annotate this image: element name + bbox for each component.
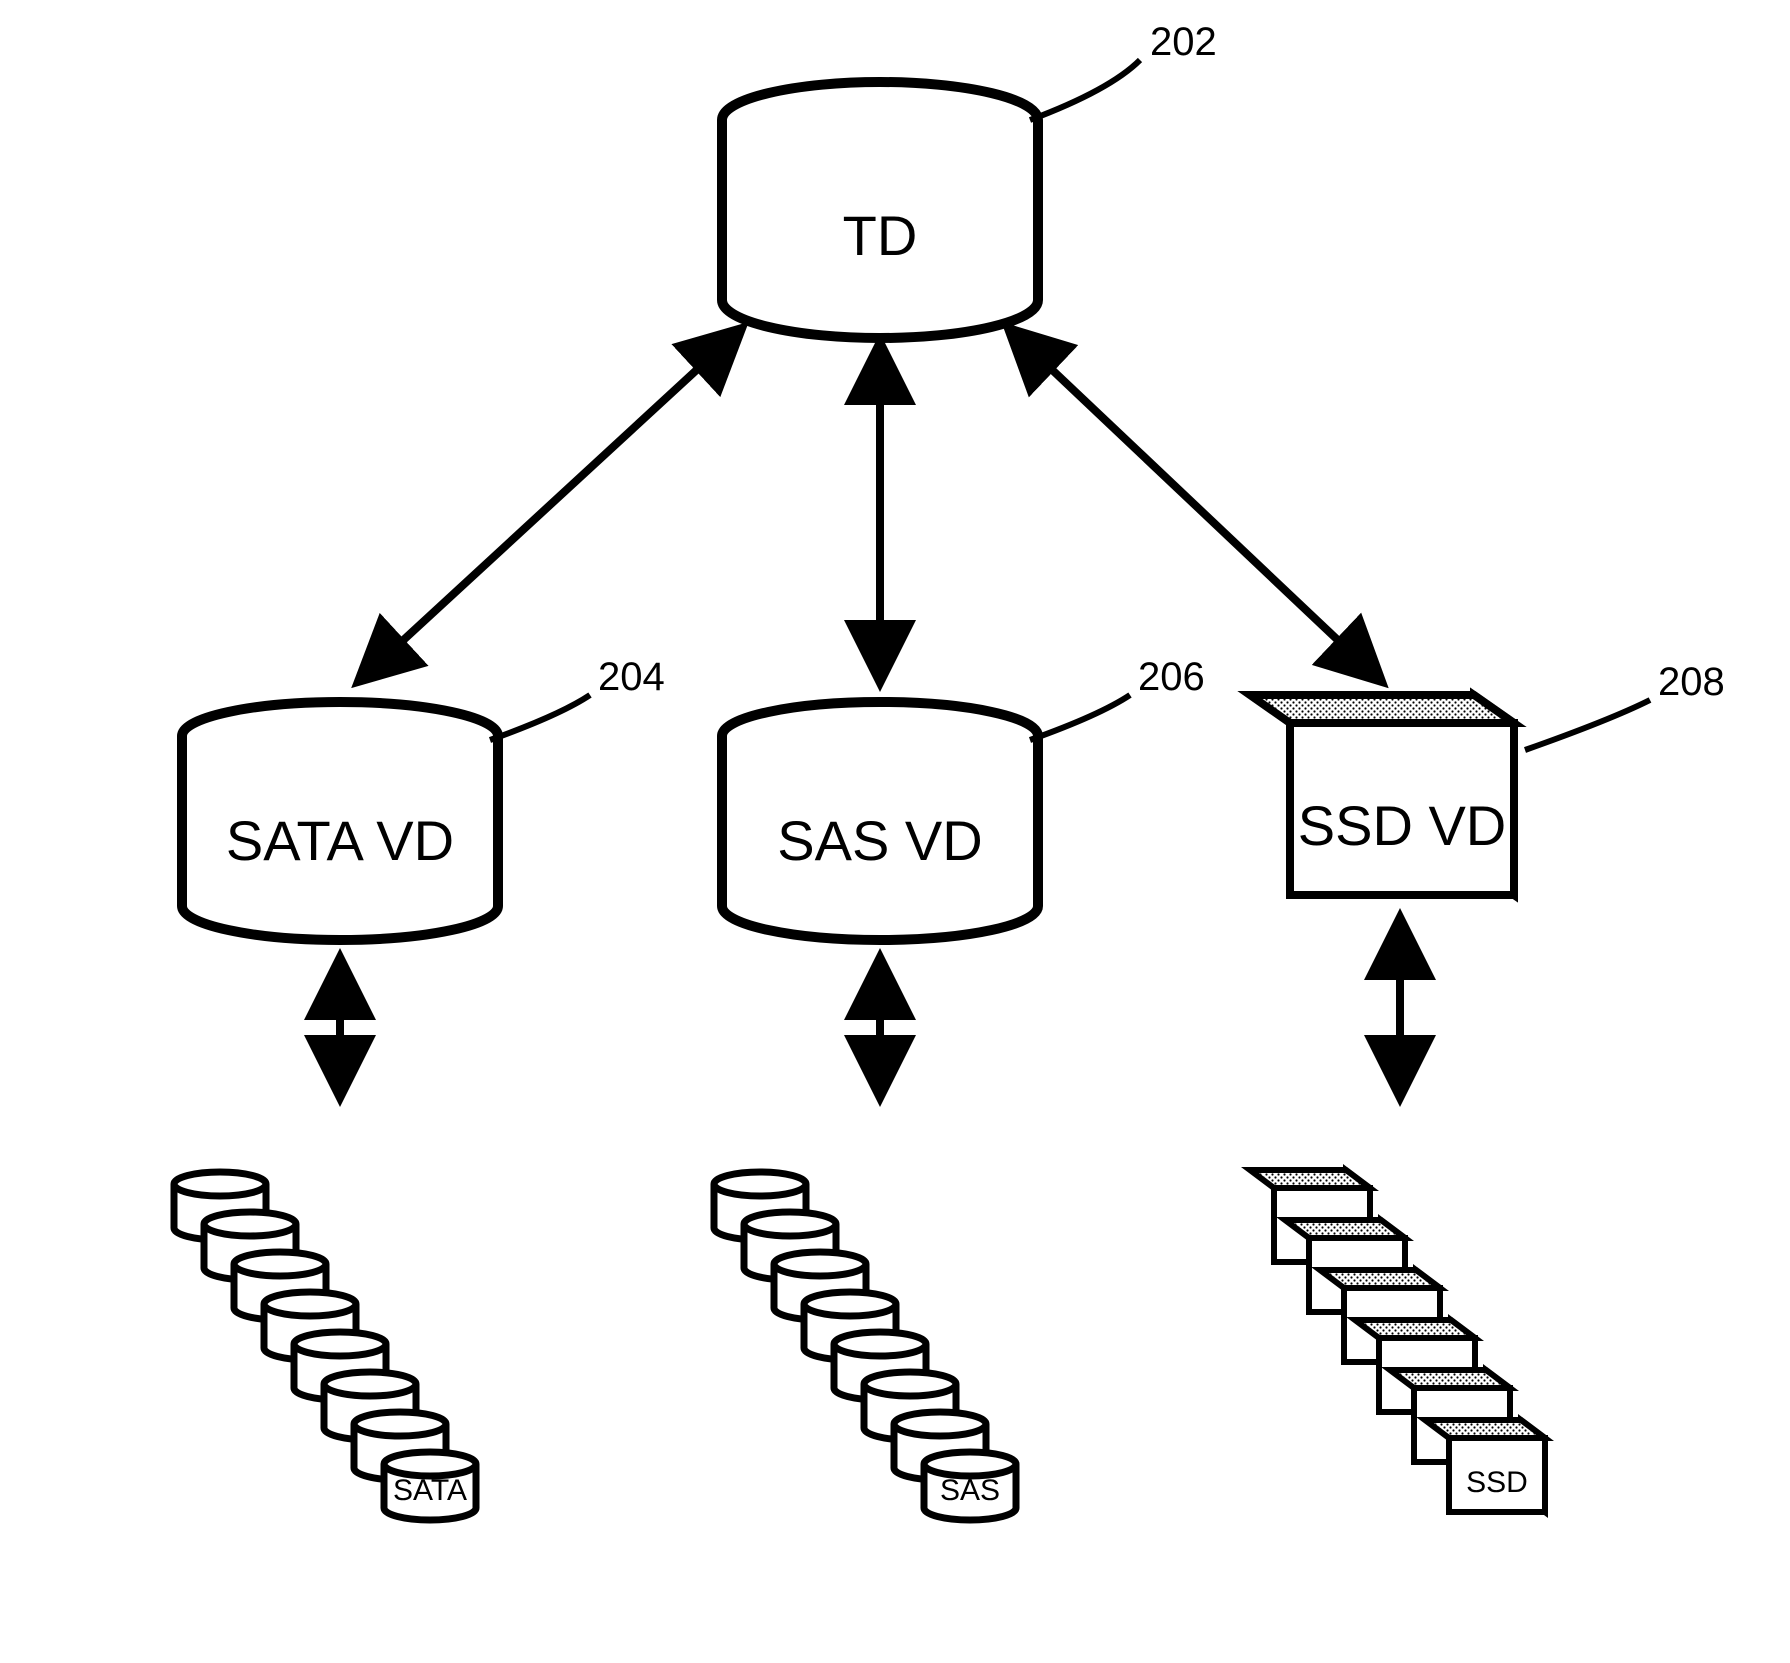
callout-206: 206	[1030, 655, 1205, 740]
array-sata: SATA	[174, 1172, 476, 1520]
arrow-td-sata	[360, 330, 740, 680]
callout-204-label: 204	[598, 655, 665, 699]
node-sata-vd-label: SATA VD	[226, 809, 454, 872]
callout-202: 202	[1030, 20, 1217, 120]
node-sata-vd: SATA VD	[182, 702, 498, 940]
array-ssd-label: SSD	[1466, 1466, 1528, 1499]
callout-204: 204	[490, 655, 665, 740]
callout-202-label: 202	[1150, 20, 1217, 64]
node-td: TD	[722, 82, 1038, 338]
array-sas: SAS	[714, 1172, 1016, 1520]
callout-206-label: 206	[1138, 655, 1205, 699]
callout-208: 208	[1525, 660, 1725, 750]
array-sata-label: SATA	[393, 1474, 467, 1507]
node-sas-vd: SAS VD	[722, 702, 1038, 940]
callout-208-label: 208	[1658, 660, 1725, 704]
array-ssd: SSD	[1250, 1170, 1545, 1512]
node-td-label: TD	[843, 204, 918, 267]
array-sas-label: SAS	[940, 1474, 1000, 1507]
node-ssd-vd-label: SSD VD	[1298, 794, 1507, 857]
node-ssd-vd: SSD VD	[1250, 695, 1514, 895]
arrow-td-ssd	[1010, 330, 1380, 680]
node-sas-vd-label: SAS VD	[777, 809, 982, 872]
